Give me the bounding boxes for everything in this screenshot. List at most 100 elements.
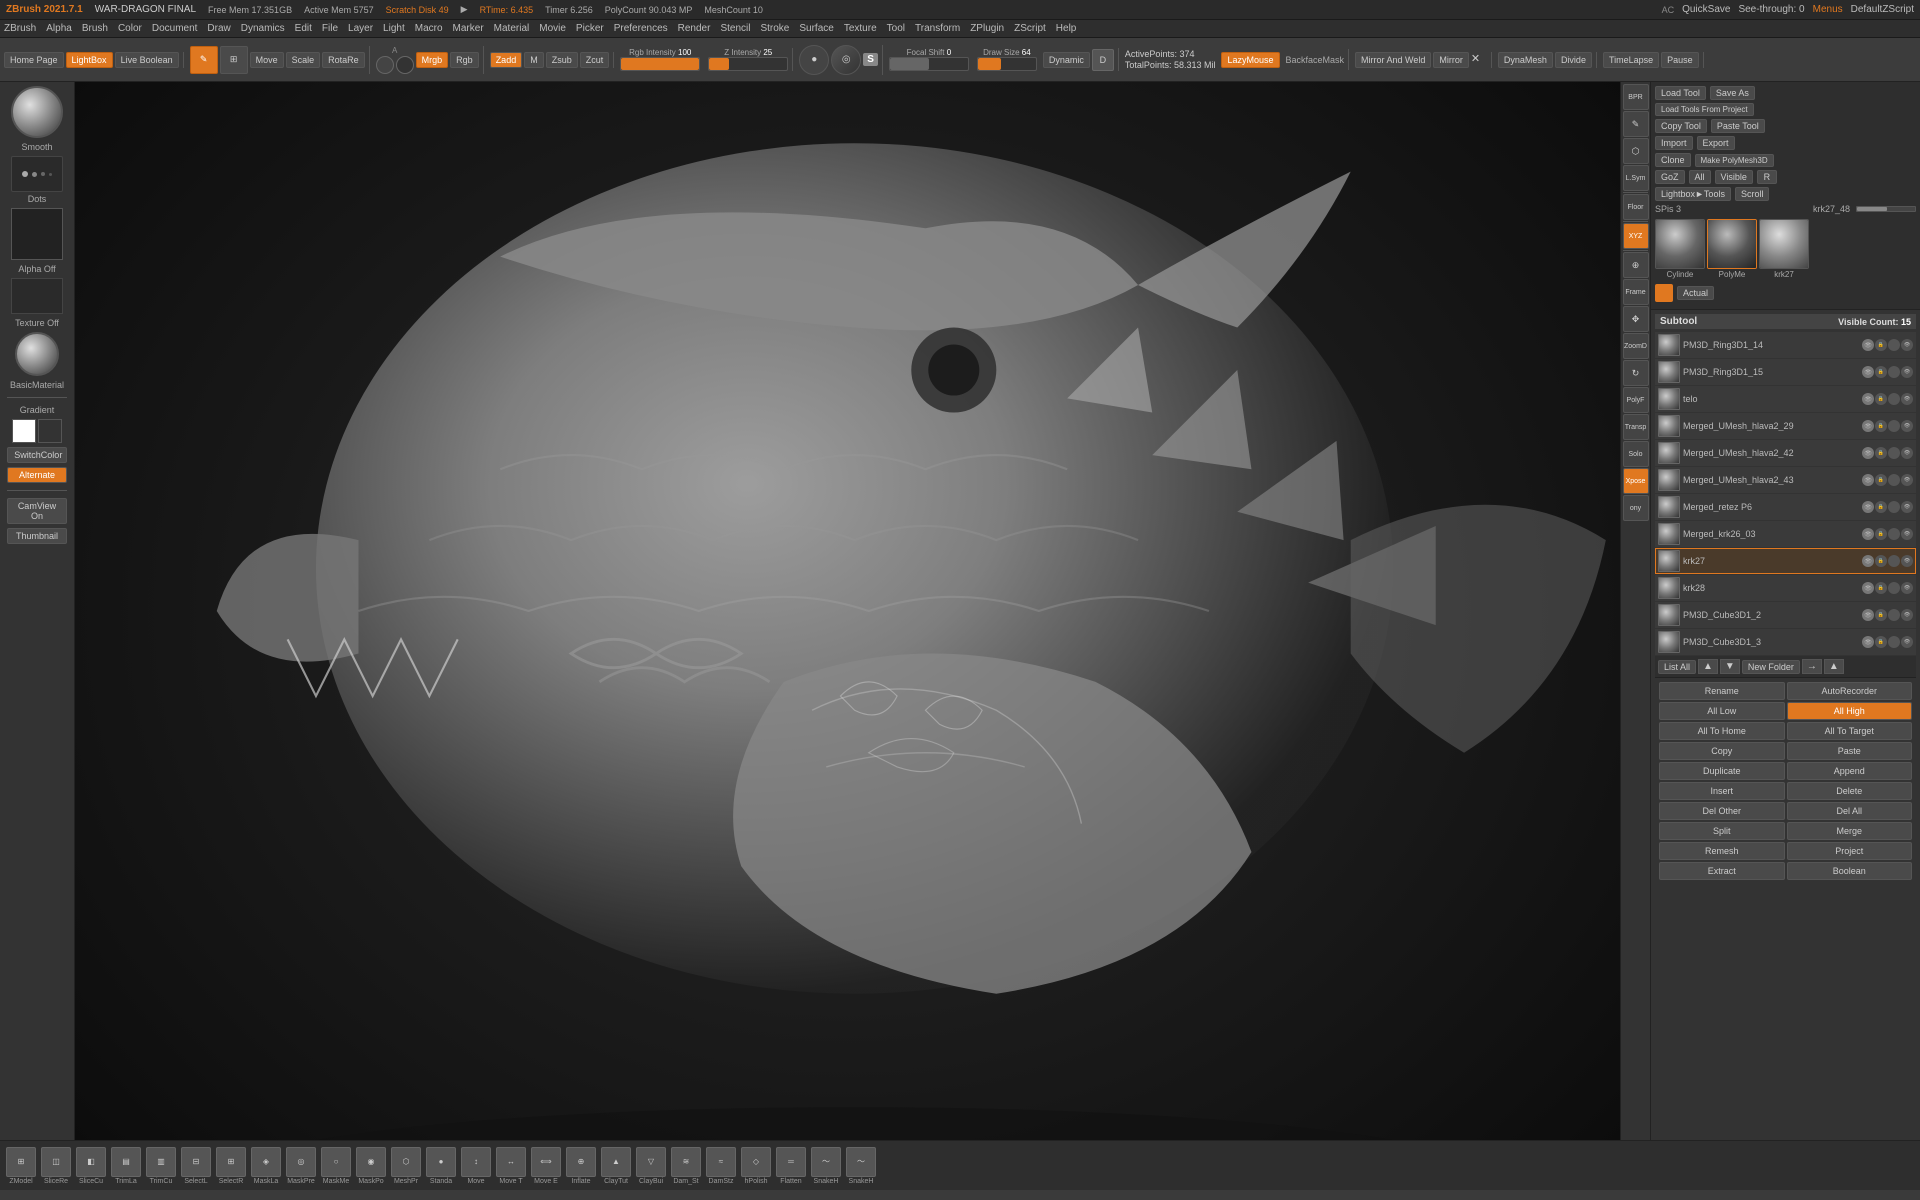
m-btn[interactable]: M <box>524 52 544 68</box>
move-btn[interactable]: Move <box>250 52 284 68</box>
bottom-tool-move[interactable]: ↕ Move <box>459 1145 493 1187</box>
menu-item-alpha[interactable]: Alpha <box>46 23 72 34</box>
list-up-btn[interactable]: ▲ <box>1698 659 1718 674</box>
zoomd-btn[interactable]: ZoomD <box>1623 333 1649 359</box>
draw-size-slider[interactable] <box>977 57 1037 71</box>
subtool-lock-3[interactable]: 🔒 <box>1875 420 1887 432</box>
menu-item-tool[interactable]: Tool <box>887 23 905 34</box>
floor-btn[interactable]: Floor <box>1623 194 1649 220</box>
subtool-eye2-5[interactable]: 👁 <box>1901 474 1913 486</box>
pause-btn[interactable]: Pause <box>1661 52 1699 68</box>
bottom-tool-inflate[interactable]: ⊕ Inflate <box>564 1145 598 1187</box>
menu-item-stencil[interactable]: Stencil <box>720 23 750 34</box>
goz-btn[interactable]: GoZ <box>1655 170 1685 184</box>
make-polymesh-btn[interactable]: Make PolyMesh3D <box>1695 154 1774 167</box>
cam-view-btn[interactable]: CamView On <box>7 498 66 524</box>
bottom-tool-snakeh[interactable]: 〜 SnakeH <box>844 1145 878 1187</box>
list-down-btn[interactable]: ▼ <box>1720 659 1740 674</box>
subtool-lock-4[interactable]: 🔒 <box>1875 447 1887 459</box>
subtool-lock-7[interactable]: 🔒 <box>1875 528 1887 540</box>
bottom-tool-selectr[interactable]: ⊞ SelectR <box>214 1145 248 1187</box>
menu-item-material[interactable]: Material <box>494 23 530 34</box>
smooth-brush-ball[interactable] <box>11 86 63 138</box>
subtool-item-3[interactable]: Merged_UMesh_hlava2_29 👁 🔒 👁 <box>1655 413 1916 439</box>
del-other-btn[interactable]: Del Other <box>1659 802 1785 820</box>
menu-item-help[interactable]: Help <box>1056 23 1077 34</box>
append-btn[interactable]: Append <box>1787 762 1913 780</box>
subtool-eye2-1[interactable]: 👁 <box>1901 366 1913 378</box>
subtool-color-5[interactable] <box>1888 474 1900 486</box>
bottom-tool-move e[interactable]: ⟺ Move E <box>529 1145 563 1187</box>
menu-item-brush[interactable]: Brush <box>82 23 108 34</box>
bottom-tool-damstz[interactable]: ≈ DamStz <box>704 1145 738 1187</box>
bottom-tool-claytut[interactable]: ▲ ClayTut <box>599 1145 633 1187</box>
subtool-color-0[interactable] <box>1888 339 1900 351</box>
alternate-btn[interactable]: Alternate <box>7 467 66 483</box>
rgb-btn[interactable]: Rgb <box>450 52 479 68</box>
bottom-tool-slicere[interactable]: ◫ SliceRe <box>39 1145 73 1187</box>
menu-item-render[interactable]: Render <box>678 23 711 34</box>
subtool-lock-1[interactable]: 🔒 <box>1875 366 1887 378</box>
menu-item-stroke[interactable]: Stroke <box>760 23 789 34</box>
bottom-tool-meshpr[interactable]: ⬡ MeshPr <box>389 1145 423 1187</box>
subtool-lock-10[interactable]: 🔒 <box>1875 609 1887 621</box>
dynamic-btn[interactable]: Dynamic <box>1043 52 1090 68</box>
menu-item-dynamics[interactable]: Dynamics <box>241 23 285 34</box>
save-as-btn[interactable]: Save As <box>1710 86 1755 100</box>
subtool-eye-11[interactable]: 👁 <box>1862 636 1874 648</box>
paste-tool-btn[interactable]: Paste Tool <box>1711 119 1765 133</box>
subtool-eye-3[interactable]: 👁 <box>1862 420 1874 432</box>
load-tool-btn[interactable]: Load Tool <box>1655 86 1706 100</box>
xpose-btn[interactable]: Xpose <box>1623 468 1649 494</box>
texture-thumb[interactable] <box>11 278 63 314</box>
menu-item-picker[interactable]: Picker <box>576 23 604 34</box>
menu-item-movie[interactable]: Movie <box>539 23 566 34</box>
thumb-cylinder[interactable] <box>1655 219 1705 269</box>
subtool-color-11[interactable] <box>1888 636 1900 648</box>
subtool-lock-2[interactable]: 🔒 <box>1875 393 1887 405</box>
subtool-eye-4[interactable]: 👁 <box>1862 447 1874 459</box>
lightbox-tools-btn[interactable]: Lightbox►Tools <box>1655 187 1731 201</box>
all-low-btn[interactable]: All Low <box>1659 702 1785 720</box>
menu-item-layer[interactable]: Layer <box>348 23 373 34</box>
layer-btn[interactable]: ⊞ <box>220 46 248 74</box>
subtool-eye-1[interactable]: 👁 <box>1862 366 1874 378</box>
rotate-btn[interactable]: RotaRe <box>322 52 365 68</box>
scale-btn[interactable]: Scale <box>286 52 321 68</box>
bottom-tool-snakeh[interactable]: 〜 SnakeH <box>809 1145 843 1187</box>
zcut-btn[interactable]: Zcut <box>580 52 610 68</box>
menu-item-color[interactable]: Color <box>118 23 142 34</box>
paste-btn[interactable]: Paste <box>1787 742 1913 760</box>
thumb-polymesh[interactable] <box>1707 219 1757 269</box>
menu-item-draw[interactable]: Draw <box>207 23 230 34</box>
move-icon-btn[interactable]: ✥ <box>1623 306 1649 332</box>
subtool-item-9[interactable]: krk28 👁 🔒 👁 <box>1655 575 1916 601</box>
rgb-intensity-slider[interactable] <box>620 57 700 71</box>
bottom-tool-trimla[interactable]: ▤ TrimLa <box>109 1145 143 1187</box>
subtool-eye2-9[interactable]: 👁 <box>1901 582 1913 594</box>
subtool-item-4[interactable]: Merged_UMesh_hlava2_42 👁 🔒 👁 <box>1655 440 1916 466</box>
bottom-tool-maskpo[interactable]: ◉ MaskPo <box>354 1145 388 1187</box>
subtool-eye2-11[interactable]: 👁 <box>1901 636 1913 648</box>
frame-btn[interactable]: Frame <box>1623 279 1649 305</box>
subtool-item-10[interactable]: PM3D_Cube3D1_2 👁 🔒 👁 <box>1655 602 1916 628</box>
bottom-tool-zmodel[interactable]: ⊞ ZModel <box>4 1145 38 1187</box>
lightbox-btn[interactable]: LightBox <box>66 52 113 68</box>
swatch-white[interactable] <box>12 419 36 443</box>
subtool-lock-0[interactable]: 🔒 <box>1875 339 1887 351</box>
new-folder-btn[interactable]: New Folder <box>1742 660 1800 674</box>
subtool-item-5[interactable]: Merged_UMesh_hlava2_43 👁 🔒 👁 <box>1655 467 1916 493</box>
all-to-home-btn[interactable]: All To Home <box>1659 722 1785 740</box>
menu-item-preferences[interactable]: Preferences <box>614 23 668 34</box>
subtool-color-1[interactable] <box>1888 366 1900 378</box>
subtool-eye-5[interactable]: 👁 <box>1862 474 1874 486</box>
subtool-eye-0[interactable]: 👁 <box>1862 339 1874 351</box>
alpha-thumb[interactable] <box>11 208 63 260</box>
bottom-tool-dam_st[interactable]: ≋ Dam_St <box>669 1145 703 1187</box>
subtool-lock-9[interactable]: 🔒 <box>1875 582 1887 594</box>
menu-item-texture[interactable]: Texture <box>844 23 877 34</box>
menu-item-zplugin[interactable]: ZPlugin <box>970 23 1004 34</box>
copy-tool-btn[interactable]: Copy Tool <box>1655 119 1707 133</box>
menu-item-light[interactable]: Light <box>383 23 405 34</box>
canvas-area[interactable] <box>75 82 1620 1140</box>
